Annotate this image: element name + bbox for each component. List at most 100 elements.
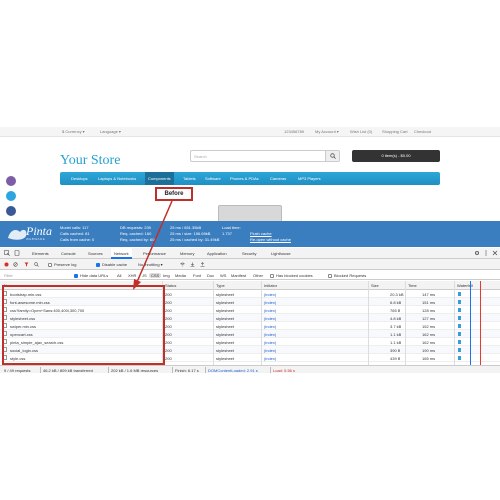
type-manifest[interactable]: Manifest [231, 273, 246, 278]
row-time: 151 ms [422, 300, 436, 305]
type-ws[interactable]: WS [220, 273, 226, 278]
row-initiator[interactable]: (index) [264, 292, 276, 297]
col-status[interactable]: Status [165, 283, 176, 288]
type-img[interactable]: Img [163, 273, 170, 278]
tab-console[interactable]: Console [61, 251, 76, 256]
waterfall-bar [458, 324, 461, 328]
telegram-icon[interactable] [6, 191, 16, 201]
menu-item-desktops[interactable]: Desktops [71, 176, 88, 181]
disable-cache-label: Disable cache [102, 262, 128, 267]
devtools-tabbar: Elements Console Sources Network Perform… [0, 248, 500, 259]
export-icon[interactable] [200, 262, 205, 267]
column-divider[interactable] [213, 281, 214, 365]
row-type: stylesheet [216, 300, 235, 305]
record-icon[interactable] [4, 262, 9, 267]
row-status: 200 [165, 324, 172, 329]
tab-elements[interactable]: Elements [32, 251, 49, 256]
column-divider[interactable] [405, 281, 406, 365]
stat-load-time-label: Load time: [222, 225, 241, 230]
column-divider[interactable] [368, 281, 369, 365]
menu-item-mp3[interactable]: MP3 Players [298, 176, 321, 181]
checkout-link[interactable]: Checkout [414, 129, 431, 134]
row-initiator[interactable]: (index) [264, 340, 276, 345]
my-account-link[interactable]: My Account ▾ [315, 129, 339, 134]
type-all[interactable]: All [117, 273, 121, 278]
row-initiator[interactable]: (index) [264, 316, 276, 321]
col-initiator[interactable]: Initiator [264, 283, 277, 288]
inspect-icon[interactable] [4, 250, 10, 256]
type-other[interactable]: Other [253, 273, 263, 278]
reopen-without-cache-link[interactable]: Re-open without cache [250, 237, 291, 242]
row-initiator[interactable]: (index) [264, 308, 276, 313]
col-type[interactable]: Type [216, 283, 225, 288]
preserve-log-checkbox[interactable]: Preserve log [48, 262, 76, 267]
wifi-icon[interactable] [180, 262, 185, 267]
menu-item-phones[interactable]: Phones & PDAs [230, 176, 259, 181]
flush-cache-link[interactable]: Flush cache [250, 231, 272, 236]
col-time[interactable]: Time [408, 283, 417, 288]
hide-data-urls-box [74, 274, 78, 278]
search-network-icon[interactable] [34, 262, 39, 267]
blocked-requests-checkbox[interactable]: Blocked Requests [328, 273, 366, 278]
menu-item-laptops[interactable]: Laptops & Notebooks [98, 176, 136, 181]
throttling-select[interactable]: No throttling ▾ [138, 262, 163, 267]
import-icon[interactable] [190, 262, 195, 267]
row-size: 1.1 kB [390, 340, 402, 345]
device-toggle-icon[interactable] [14, 250, 20, 256]
hide-data-urls-checkbox[interactable]: Hide data URLs [74, 273, 108, 278]
wish-list-link[interactable]: Wish List (0) [350, 129, 372, 134]
disable-cache-checkbox[interactable]: Disable cache [96, 262, 127, 267]
type-font[interactable]: Font [193, 273, 201, 278]
type-media[interactable]: Media [175, 273, 186, 278]
row-initiator[interactable]: (index) [264, 324, 276, 329]
blocked-cookies-label: Has blocked cookies [276, 273, 313, 278]
column-divider[interactable] [261, 281, 262, 365]
search-button[interactable] [325, 151, 339, 161]
type-css[interactable]: CSS [149, 273, 162, 278]
row-time: 190 ms [422, 348, 436, 353]
row-initiator[interactable]: (index) [264, 300, 276, 305]
row-size: 6.8 kB [390, 300, 402, 305]
close-icon[interactable] [492, 250, 498, 256]
row-size: 20.3 kB [390, 292, 404, 297]
column-divider[interactable] [454, 281, 455, 365]
row-type: stylesheet [216, 292, 235, 297]
tab-performance[interactable]: Performance [143, 251, 166, 256]
shopping-cart-link[interactable]: Shopping Cart [382, 129, 408, 134]
tab-security[interactable]: Security [242, 251, 256, 256]
row-initiator[interactable]: (index) [264, 356, 276, 361]
facebook-icon[interactable] [6, 206, 16, 216]
type-js[interactable]: JS [142, 273, 147, 278]
menu-item-tablets[interactable]: Tablets [183, 176, 196, 181]
gear-icon[interactable] [474, 250, 480, 256]
type-xhr[interactable]: XHR [128, 273, 136, 278]
row-initiator[interactable]: (index) [264, 348, 276, 353]
tab-application[interactable]: Application [207, 251, 227, 256]
tab-sources[interactable]: Sources [88, 251, 103, 256]
search-input[interactable]: Search [190, 150, 340, 162]
waterfall-bar [458, 300, 461, 304]
currency-dropdown[interactable]: $ Currency ▾ [62, 129, 85, 134]
status-load: Load: 5.56 s [273, 368, 296, 373]
row-time: 128 ms [422, 308, 436, 313]
filter-input[interactable]: Filter [4, 273, 13, 278]
status-dom-loaded: DOMContentLoaded: 2.91 s [208, 368, 258, 373]
tab-memory[interactable]: Memory [180, 251, 194, 256]
tab-network[interactable]: Network [111, 248, 132, 259]
menu-item-software[interactable]: Software [205, 176, 221, 181]
row-initiator[interactable]: (index) [264, 332, 276, 337]
menu-item-cameras[interactable]: Cameras [270, 176, 286, 181]
phone-link[interactable]: 123456789 [284, 129, 304, 134]
blocked-cookies-checkbox[interactable]: Has blocked cookies [270, 273, 313, 278]
cart-button[interactable]: 0 item(s) - $0.00 [352, 150, 440, 162]
menu-item-components[interactable]: Components [145, 172, 174, 185]
more-options-icon[interactable] [483, 250, 489, 256]
type-doc[interactable]: Doc [207, 273, 214, 278]
clear-icon[interactable] [13, 262, 18, 267]
tab-lighthouse[interactable]: Lighthouse [271, 251, 291, 256]
language-dropdown[interactable]: Language ▾ [100, 129, 121, 134]
viber-icon[interactable] [6, 176, 16, 186]
col-size[interactable]: Size [371, 283, 379, 288]
store-logo[interactable]: Your Store [60, 153, 120, 169]
filter-icon[interactable] [24, 262, 29, 267]
